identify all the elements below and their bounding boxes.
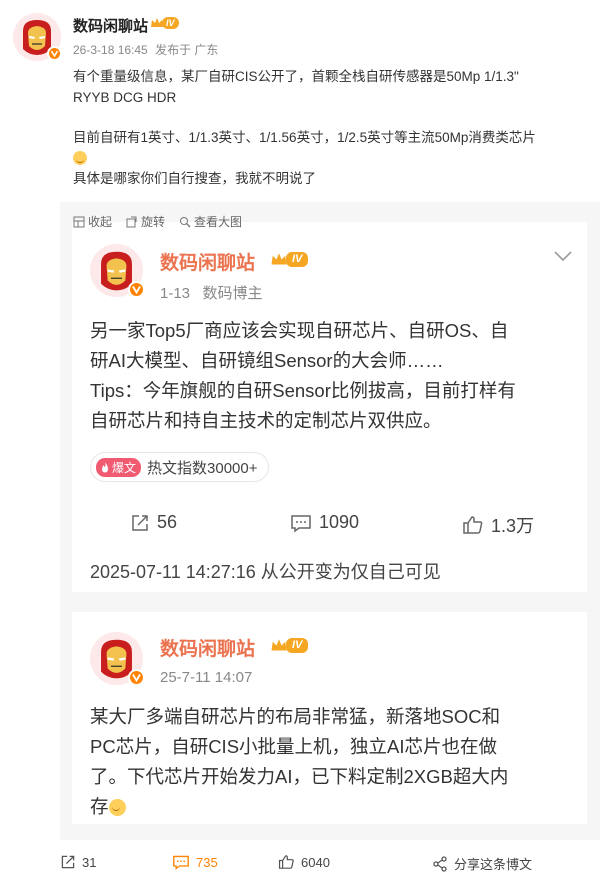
repost-icon (61, 855, 75, 869)
post-line: Tips：今年旗舰的自研Sensor比例拔高，目前打样有 (90, 380, 516, 401)
level-label: IV (286, 252, 309, 267)
author-name[interactable]: 数码闲聊站 (160, 248, 255, 275)
repost-icon (132, 514, 148, 531)
repost-count: 56 (157, 512, 178, 532)
like-button[interactable]: 1.3万 (462, 512, 534, 538)
chevron-down-icon[interactable] (553, 250, 573, 262)
share-icon (433, 855, 447, 872)
post-line: 另一家Top5厂商应该会实现自研芯片、自研OS、自 (90, 320, 509, 341)
member-level-badge[interactable]: IV (270, 252, 309, 267)
post-line-text: 存 (90, 796, 109, 817)
repost-body: 另一家Top5厂商应该会实现自研芯片、自研OS、自 研AI大模型、自研镜组Sen… (90, 316, 575, 436)
repost-button[interactable]: 56 (130, 512, 177, 533)
like-button[interactable]: 6040 (278, 854, 330, 870)
comment-count: 735 (196, 854, 218, 870)
repost-count: 31 (82, 854, 97, 870)
emoji-line (73, 149, 591, 170)
view-large-label: 查看大图 (194, 215, 243, 229)
repost-body: 某大厂多端自研芯片的布局非常猛，新落地SOC和 PC芯片，自研CIS小批量上机，… (90, 702, 575, 822)
level-label: IV (162, 17, 179, 29)
post-line: PC芯片，自研CIS小批量上机，独立AI芯片也在做 (90, 736, 498, 757)
verified-badge-icon (47, 46, 62, 61)
post-footer-bar: 31 735 6040 分享这条博文 (0, 848, 600, 880)
post-meta: 1-13 数码博主 (160, 282, 263, 303)
comment-count: 1090 (319, 512, 360, 532)
post-line: 研AI大模型、自研镜组Sensor的大会师…… (90, 350, 444, 371)
member-level-badge[interactable]: IV (270, 638, 309, 653)
post-line: 有个重量级信息，某厂自研CIS公开了，首颗全栈自研传感器是50Mp 1/1.3" (73, 69, 519, 84)
author-name[interactable]: 数码闲聊站 (160, 634, 255, 661)
hot-index-tag[interactable]: 爆文 热文指数30000+ (90, 452, 269, 482)
post-date[interactable]: 1-13 (160, 285, 190, 302)
collapse-icon (73, 216, 85, 227)
rotate-button[interactable]: 旋转 (126, 213, 165, 230)
author-role: 数码博主 (202, 285, 263, 302)
post-meta: 25-7-11 14:07 (160, 669, 252, 686)
verified-badge-icon (128, 281, 145, 298)
like-icon (278, 855, 294, 869)
post-line: 具体是哪家你们自行搜查，我就不明说了 (73, 171, 316, 186)
post-line: 目前自研有1英寸、1/1.3英寸、1/1.56英寸，1/2.5英寸等主流50Mp… (73, 130, 536, 145)
like-count: 6040 (301, 854, 330, 870)
visibility-note: 2025-07-11 14:27:16 从公开变为仅自己可见 (90, 562, 441, 582)
repost-card[interactable]: 数码闲聊站 IV 1-13 数码博主 另一家Top5厂商应该会实现自研芯片、自研… (72, 222, 587, 592)
member-level-badge[interactable]: IV (150, 17, 179, 29)
hot-pill: 爆文 (96, 457, 142, 477)
post-time[interactable]: 26-3-18 16:45 (73, 43, 148, 57)
comment-button[interactable]: 735 (172, 854, 218, 870)
post-body: 有个重量级信息，某厂自研CIS公开了，首颗全栈自研传感器是50Mp 1/1.3"… (73, 67, 591, 190)
comment-icon (173, 855, 189, 870)
rotate-icon (126, 216, 137, 227)
post-date[interactable]: 25-7-11 14:07 (160, 669, 252, 686)
comment-icon (291, 514, 311, 532)
hot-index-text: 热文指数30000+ (147, 459, 258, 477)
share-label: 分享这条博文 (454, 857, 533, 872)
hot-pill-label: 爆文 (112, 460, 137, 475)
smile-emoji-icon (73, 150, 87, 165)
rotate-label: 旋转 (141, 215, 166, 229)
post-line: 某大厂多端自研芯片的布局非常猛，新落地SOC和 (90, 706, 501, 727)
author-name[interactable]: 数码闲聊站 (73, 15, 148, 36)
fire-icon (102, 461, 108, 472)
collapse-button[interactable]: 收起 (73, 213, 112, 230)
view-large-button[interactable]: 查看大图 (179, 213, 242, 230)
like-icon (463, 516, 483, 534)
post-source: 发布于 广东 (155, 43, 219, 57)
verified-badge-icon (128, 669, 145, 686)
post-line: 存 (90, 792, 575, 822)
share-button[interactable]: 分享这条博文 (432, 854, 532, 873)
post-line: RYYB DCG HDR (73, 89, 177, 105)
post-line: 了。下代芯片开始发力AI，已下料定制2XGB超大内 (90, 766, 509, 787)
collapse-label: 收起 (88, 215, 113, 229)
repost-button[interactable]: 31 (60, 854, 96, 870)
post-line: 自研芯片和持自主技术的定制芯片双供应。 (90, 410, 442, 431)
level-label: IV (286, 638, 309, 653)
like-count: 1.3万 (491, 516, 535, 536)
smile-emoji-icon (108, 799, 126, 816)
magnify-icon (180, 216, 191, 227)
image-actions: 收起 旋转 查看大图 (73, 213, 242, 230)
repost-card[interactable]: 数码闲聊站 IV 25-7-11 14:07 某大厂多端自研芯片的布局非常猛，新… (72, 612, 587, 824)
post-meta: 26-3-18 16:45 发布于 广东 (73, 41, 222, 58)
comment-button[interactable]: 1090 (290, 512, 359, 533)
repost-panel: 数码闲聊站 IV 1-13 数码博主 另一家Top5厂商应该会实现自研芯片、自研… (60, 202, 600, 840)
